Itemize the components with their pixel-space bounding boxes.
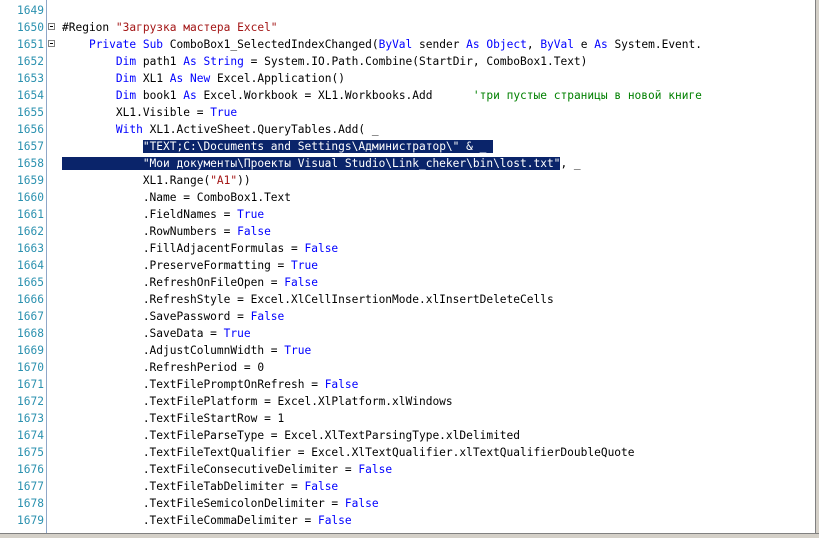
code-line[interactable]: 1663 .FillAdjacentFormulas = False xyxy=(0,240,815,257)
bottom-frame xyxy=(0,533,819,538)
code-text: .TextFilePromptOnRefresh = False xyxy=(62,378,359,391)
line-number: 1671 xyxy=(17,378,44,391)
code-text: .FieldNames = True xyxy=(62,208,265,221)
line-number: 1677 xyxy=(17,480,44,493)
code-text: .AdjustColumnWidth = True xyxy=(62,344,312,357)
collapse-toggle-icon[interactable] xyxy=(48,23,55,30)
code-line[interactable]: 1652 Dim path1 As String = System.IO.Pat… xyxy=(0,53,815,70)
code-line[interactable]: 1653 Dim XL1 As New Excel.Application() xyxy=(0,70,815,87)
code-text: XL1.Range("A1")) xyxy=(62,174,251,187)
code-text: .TextFileTabDelimiter = False xyxy=(62,480,339,493)
line-number: 1673 xyxy=(17,412,44,425)
line-number: 1668 xyxy=(17,327,44,340)
line-number: 1662 xyxy=(17,225,44,238)
line-number: 1650 xyxy=(17,21,44,34)
code-line[interactable]: 1649 xyxy=(0,2,815,19)
line-number: 1667 xyxy=(17,310,44,323)
code-text: .TextFilePlatform = Excel.XlPlatform.xlW… xyxy=(62,395,453,408)
code-line[interactable]: 1655 XL1.Visible = True xyxy=(0,104,815,121)
code-text: With XL1.ActiveSheet.QueryTables.Add( _ xyxy=(115,123,379,136)
code-text: "TEXT;C:\Documents and Settings\Админист… xyxy=(142,140,494,153)
code-line[interactable]: 1673 .TextFileStartRow = 1 xyxy=(0,410,815,427)
code-line[interactable]: 1675 .TextFileTextQualifier = Excel.XlTe… xyxy=(0,444,815,461)
code-line[interactable]: 1666 .RefreshStyle = Excel.XlCellInserti… xyxy=(0,291,815,308)
code-line[interactable]: 1665 .RefreshOnFileOpen = False xyxy=(0,274,815,291)
line-number: 1666 xyxy=(17,293,44,306)
code-line[interactable]: 1667 .SavePassword = False xyxy=(0,308,815,325)
code-text: .TextFileSemicolonDelimiter = False xyxy=(62,497,379,510)
code-text: Private Sub ComboBox1_SelectedIndexChang… xyxy=(88,38,702,51)
code-line[interactable]: 1660 .Name = ComboBox1.Text xyxy=(0,189,815,206)
code-text: .TextFileTextQualifier = Excel.XlTextQua… xyxy=(62,446,635,459)
collapse-toggle-icon[interactable] xyxy=(48,40,55,47)
code-line[interactable]: 1650 #Region "Загрузка мастера Excel" xyxy=(0,19,815,36)
code-line[interactable]: 1658 "Мои документы\Проекты Visual Studi… xyxy=(0,155,815,172)
line-number: 1670 xyxy=(17,361,44,374)
right-frame xyxy=(815,0,819,538)
line-number: 1674 xyxy=(17,429,44,442)
code-text: .TextFileStartRow = 1 xyxy=(62,412,285,425)
code-editor[interactable]: 1649 1650 #Region "Загрузка мастера Excel"… xyxy=(0,0,819,538)
line-number: 1649 xyxy=(17,4,44,17)
code-text: .TextFileConsecutiveDelimiter = False xyxy=(62,463,393,476)
code-text: Dim XL1 As New Excel.Application() xyxy=(115,72,345,85)
code-text: Dim path1 As String = System.IO.Path.Com… xyxy=(115,55,588,68)
code-line[interactable]: 1669 .AdjustColumnWidth = True xyxy=(0,342,815,359)
code-line[interactable]: 1654 Dim book1 As Excel.Workbook = XL1.W… xyxy=(0,87,815,104)
line-number: 1660 xyxy=(17,191,44,204)
line-number: 1651 xyxy=(17,38,44,51)
code-line[interactable]: 1662 .RowNumbers = False xyxy=(0,223,815,240)
code-line[interactable]: 1672 .TextFilePlatform = Excel.XlPlatfor… xyxy=(0,393,815,410)
code-text: .SavePassword = False xyxy=(62,310,285,323)
line-number: 1652 xyxy=(17,55,44,68)
code-line[interactable]: 1657 "TEXT;C:\Documents and Settings\Адм… xyxy=(0,138,815,155)
code-line[interactable]: 1679 .TextFileCommaDelimiter = False xyxy=(0,512,815,529)
line-number: 1659 xyxy=(17,174,44,187)
line-number: 1672 xyxy=(17,395,44,408)
code-line[interactable]: 1651 Private Sub ComboBox1_SelectedIndex… xyxy=(0,36,815,53)
line-number: 1664 xyxy=(17,259,44,272)
line-number: 1665 xyxy=(17,276,44,289)
line-number: 1653 xyxy=(17,72,44,85)
code-text: Dim book1 As Excel.Workbook = XL1.Workbo… xyxy=(115,89,702,102)
line-number: 1675 xyxy=(17,446,44,459)
code-line[interactable]: 1676 .TextFileConsecutiveDelimiter = Fal… xyxy=(0,461,815,478)
code-line[interactable]: 1674 .TextFileParseType = Excel.XlTextPa… xyxy=(0,427,815,444)
code-text: .Name = ComboBox1.Text xyxy=(62,191,292,204)
code-lines[interactable]: 1649 1650 #Region "Загрузка мастера Excel"… xyxy=(0,2,815,529)
code-text: .TextFileParseType = Excel.XlTextParsing… xyxy=(62,429,521,442)
line-number: 1657 xyxy=(17,140,44,153)
code-text: #Region "Загрузка мастера Excel" xyxy=(62,21,278,34)
code-line[interactable]: 1677 .TextFileTabDelimiter = False xyxy=(0,478,815,495)
line-number: 1661 xyxy=(17,208,44,221)
code-text: .RefreshStyle = Excel.XlCellInsertionMod… xyxy=(62,293,554,306)
line-number: 1655 xyxy=(17,106,44,119)
code-text: .SaveData = True xyxy=(62,327,251,340)
code-line[interactable]: 1668 .SaveData = True xyxy=(0,325,815,342)
code-line[interactable]: 1678 .TextFileSemicolonDelimiter = False xyxy=(0,495,815,512)
line-number: 1654 xyxy=(17,89,44,102)
line-number: 1656 xyxy=(17,123,44,136)
code-text: .RefreshOnFileOpen = False xyxy=(62,276,318,289)
code-text: .RowNumbers = False xyxy=(62,225,271,238)
code-line[interactable]: 1661 .FieldNames = True xyxy=(0,206,815,223)
code-text: .FillAdjacentFormulas = False xyxy=(62,242,339,255)
line-number: 1678 xyxy=(17,497,44,510)
code-line[interactable]: 1670 .RefreshPeriod = 0 xyxy=(0,359,815,376)
code-line[interactable]: 1671 .TextFilePromptOnRefresh = False xyxy=(0,376,815,393)
code-text: XL1.Visible = True xyxy=(62,106,238,119)
code-text: .PreserveFormatting = True xyxy=(62,259,318,272)
code-text: .TextFileCommaDelimiter = False xyxy=(62,514,352,527)
line-number: 1679 xyxy=(17,514,44,527)
code-text: .RefreshPeriod = 0 xyxy=(62,361,265,374)
line-number: 1663 xyxy=(17,242,44,255)
line-number: 1658 xyxy=(17,157,44,170)
code-line[interactable]: 1656 With XL1.ActiveSheet.QueryTables.Ad… xyxy=(0,121,815,138)
code-text: "Мои документы\Проекты Visual Studio\Lin… xyxy=(62,157,581,170)
line-number: 1676 xyxy=(17,463,44,476)
code-line[interactable]: 1659 XL1.Range("A1")) xyxy=(0,172,815,189)
line-number: 1669 xyxy=(17,344,44,357)
code-line[interactable]: 1664 .PreserveFormatting = True xyxy=(0,257,815,274)
